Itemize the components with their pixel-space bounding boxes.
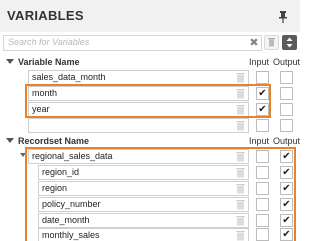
collapse-icon[interactable] bbox=[6, 138, 14, 143]
highlight-box bbox=[25, 84, 271, 118]
output-checkbox[interactable] bbox=[280, 71, 293, 84]
recordset-header-label: Recordset Name bbox=[18, 136, 90, 146]
pin-icon[interactable] bbox=[278, 11, 288, 23]
variable-name-field[interactable] bbox=[28, 118, 249, 133]
input-column-header: Input bbox=[249, 57, 270, 67]
delete-button[interactable] bbox=[264, 35, 279, 50]
panel-title: VARIABLES bbox=[7, 8, 84, 23]
close-icon[interactable]: ✖ bbox=[247, 36, 261, 50]
variables-header-label: Variable Name bbox=[18, 57, 80, 67]
output-checkbox[interactable] bbox=[280, 119, 293, 132]
output-column-header: Output bbox=[273, 136, 301, 146]
variables-header: Variable Name Input Output bbox=[0, 56, 300, 70]
output-column-header: Output bbox=[273, 57, 301, 67]
collapse-icon[interactable] bbox=[6, 59, 14, 64]
input-checkbox[interactable] bbox=[256, 119, 269, 132]
input-column-header: Input bbox=[249, 136, 270, 146]
output-checkbox[interactable] bbox=[280, 87, 293, 100]
trash-icon bbox=[268, 38, 275, 47]
trash-icon[interactable] bbox=[236, 72, 245, 83]
highlight-box bbox=[25, 147, 296, 241]
trash-icon[interactable] bbox=[236, 120, 245, 131]
variable-name: sales_data_month bbox=[32, 72, 106, 82]
output-checkbox[interactable] bbox=[280, 103, 293, 116]
variable-name-field[interactable]: sales_data_month bbox=[28, 70, 249, 85]
search-input[interactable]: Search for Variables ✖ bbox=[3, 35, 262, 51]
input-checkbox[interactable] bbox=[256, 71, 269, 84]
sort-button[interactable] bbox=[282, 35, 297, 50]
sort-icon bbox=[286, 37, 293, 48]
search-placeholder: Search for Variables bbox=[8, 37, 90, 47]
panel-header: VARIABLES bbox=[0, 0, 300, 32]
